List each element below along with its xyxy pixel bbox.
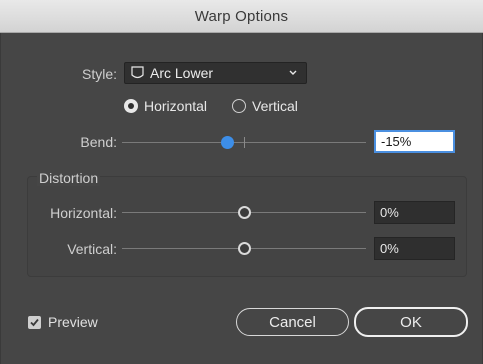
style-dropdown-value: Arc Lower — [150, 65, 214, 81]
radio-vertical-label: Vertical — [252, 98, 298, 114]
horizontal-distortion-label: Horizontal: — [50, 205, 117, 221]
vertical-distortion-label: Vertical: — [67, 241, 117, 257]
radio-horizontal-indicator[interactable] — [124, 99, 138, 113]
bend-slider-thumb[interactable] — [221, 136, 234, 149]
preview-checkbox[interactable] — [28, 316, 41, 329]
preview-label: Preview — [48, 314, 98, 330]
radio-vertical[interactable]: Vertical — [232, 98, 298, 114]
distortion-title: Distortion — [37, 170, 101, 186]
vertical-distortion-input[interactable]: 0% — [374, 237, 455, 260]
title-bar[interactable]: Warp Options — [0, 0, 483, 33]
horizontal-distortion-slider-thumb[interactable] — [238, 206, 251, 219]
distortion-group — [27, 176, 467, 277]
bend-label: Bend: — [80, 134, 117, 150]
arc-lower-shape-icon — [131, 66, 144, 80]
style-dropdown[interactable]: Arc Lower — [124, 62, 307, 84]
radio-vertical-indicator[interactable] — [232, 99, 246, 113]
bend-slider-center-tick — [244, 137, 245, 148]
window-title: Warp Options — [194, 7, 289, 25]
checkmark-icon — [30, 318, 39, 327]
horizontal-distortion-input[interactable]: 0% — [374, 201, 455, 224]
ok-button[interactable]: OK — [354, 307, 468, 337]
style-label: Style: — [81, 66, 117, 82]
radio-horizontal-label: Horizontal — [144, 98, 208, 114]
radio-horizontal[interactable]: Horizontal — [124, 98, 207, 114]
cancel-button[interactable]: Cancel — [236, 308, 349, 336]
chevron-down-icon — [288, 65, 298, 84]
bend-input[interactable]: -15% — [374, 130, 455, 153]
vertical-distortion-slider-thumb[interactable] — [238, 242, 251, 255]
